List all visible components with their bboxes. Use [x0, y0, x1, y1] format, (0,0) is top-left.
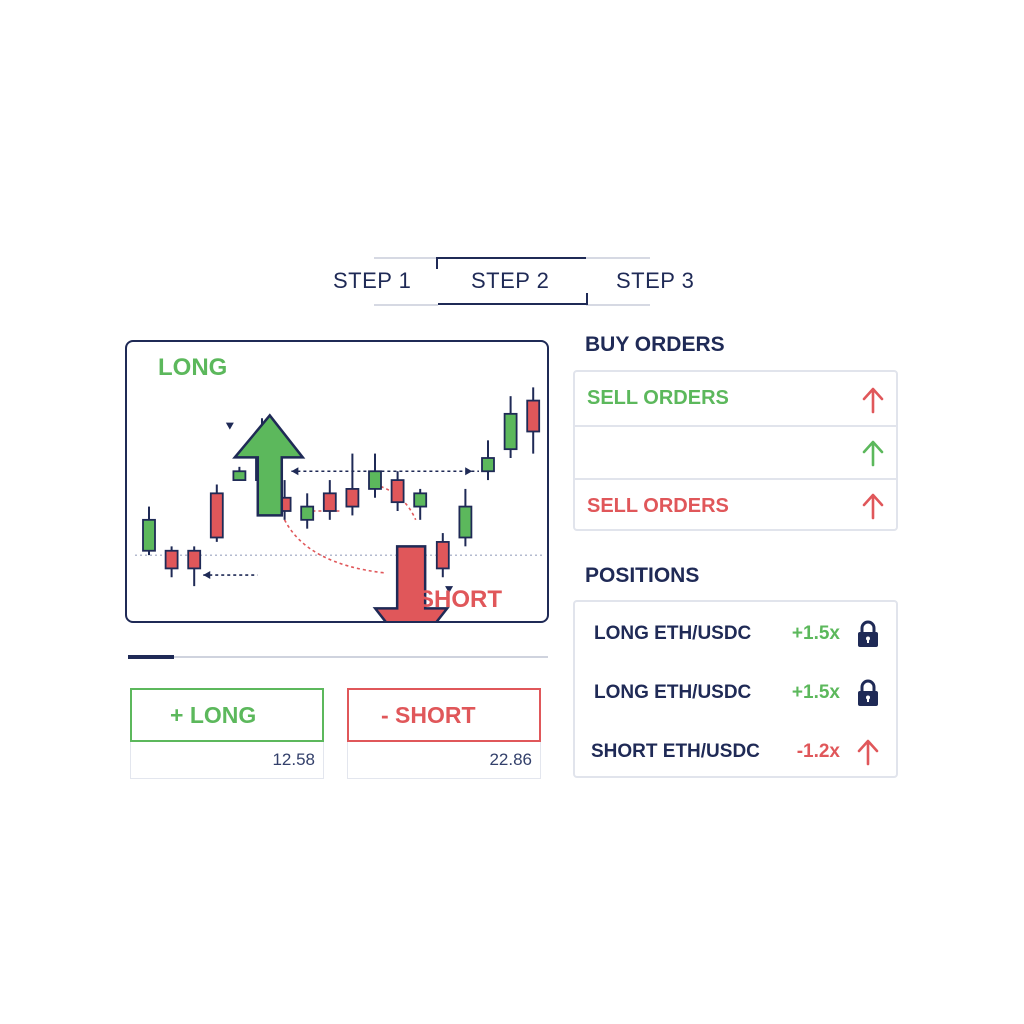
candle-body [413, 492, 428, 508]
chart-progress-track[interactable] [128, 655, 548, 659]
candle-body [526, 399, 541, 433]
step-2-tab[interactable]: STEP 2 [471, 268, 549, 294]
order-row[interactable]: SELL ORDERS [575, 478, 896, 531]
position-row[interactable]: LONG ETH/USDC +1.5x [575, 674, 896, 714]
candle-body [142, 518, 156, 552]
steps-divider-bottom-left [374, 304, 438, 306]
long-arrow-icon [232, 413, 306, 517]
candlestick-chart [135, 387, 543, 621]
order-row[interactable] [575, 425, 896, 478]
step-3-tab[interactable]: STEP 3 [616, 268, 694, 294]
candle-body [232, 470, 247, 481]
candle-body [458, 505, 473, 539]
positions-panel: LONG ETH/USDC +1.5x LONG ETH/USDC +1.5x … [573, 600, 898, 778]
candle-body [187, 549, 202, 570]
short-button[interactable]: - SHORT [347, 688, 541, 742]
order-row[interactable]: SELL ORDERS [575, 372, 896, 425]
chart-long-label: LONG [158, 354, 228, 381]
arrow-up-icon[interactable] [855, 737, 881, 767]
chart-progress-fill [128, 655, 175, 659]
order-row-label: SELL ORDERS [587, 495, 729, 517]
position-name: LONG ETH/USDC [594, 682, 752, 703]
position-row[interactable]: LONG ETH/USDC +1.5x [575, 615, 896, 655]
position-row[interactable]: SHORT ETH/USDC -1.2x [575, 733, 896, 773]
orders-title: BUY ORDERS [585, 333, 725, 356]
candle-body [435, 541, 450, 570]
marker-triangle-icon [225, 422, 234, 430]
price-chart[interactable]: LONG SHORT [125, 340, 549, 623]
candle-body [209, 492, 224, 539]
short-value: 22.86 [347, 742, 541, 779]
position-leverage: +1.5x [791, 623, 840, 644]
candle-body [481, 457, 495, 473]
step-1-tab[interactable]: STEP 1 [333, 268, 411, 294]
position-leverage: +1.5x [791, 682, 840, 703]
candle-body [368, 470, 382, 490]
position-name: LONG ETH/USDC [594, 623, 752, 644]
long-value: 12.58 [130, 742, 324, 779]
steps-divider-top-right [586, 257, 650, 259]
steps-divider-bottom-right [586, 304, 650, 306]
steps-divider-top-left [374, 257, 438, 259]
price-level-arrowhead [291, 467, 299, 476]
arrow-up-icon[interactable] [860, 492, 886, 520]
orders-panel: SELL ORDERS SELL ORDERS [573, 370, 898, 531]
candle-body [503, 412, 518, 451]
candle-body [164, 549, 179, 570]
candle-body [390, 479, 405, 504]
arrow-up-icon[interactable] [860, 439, 886, 467]
order-row-label: SELL ORDERS [587, 387, 729, 409]
lock-icon[interactable] [855, 678, 881, 708]
trend-path [283, 519, 385, 574]
position-name: SHORT ETH/USDC [591, 741, 760, 762]
position-leverage: -1.2x [796, 741, 840, 762]
arrow-up-icon[interactable] [860, 386, 886, 414]
candle-body [322, 492, 337, 512]
long-button[interactable]: + LONG [130, 688, 324, 742]
price-level-arrowhead [465, 467, 473, 476]
lock-icon[interactable] [855, 619, 881, 649]
price-level-arrowhead [203, 571, 211, 580]
positions-title: POSITIONS [585, 564, 700, 587]
candle-body [300, 505, 315, 521]
candle-body [345, 488, 360, 508]
chart-short-label: SHORT [418, 586, 502, 613]
